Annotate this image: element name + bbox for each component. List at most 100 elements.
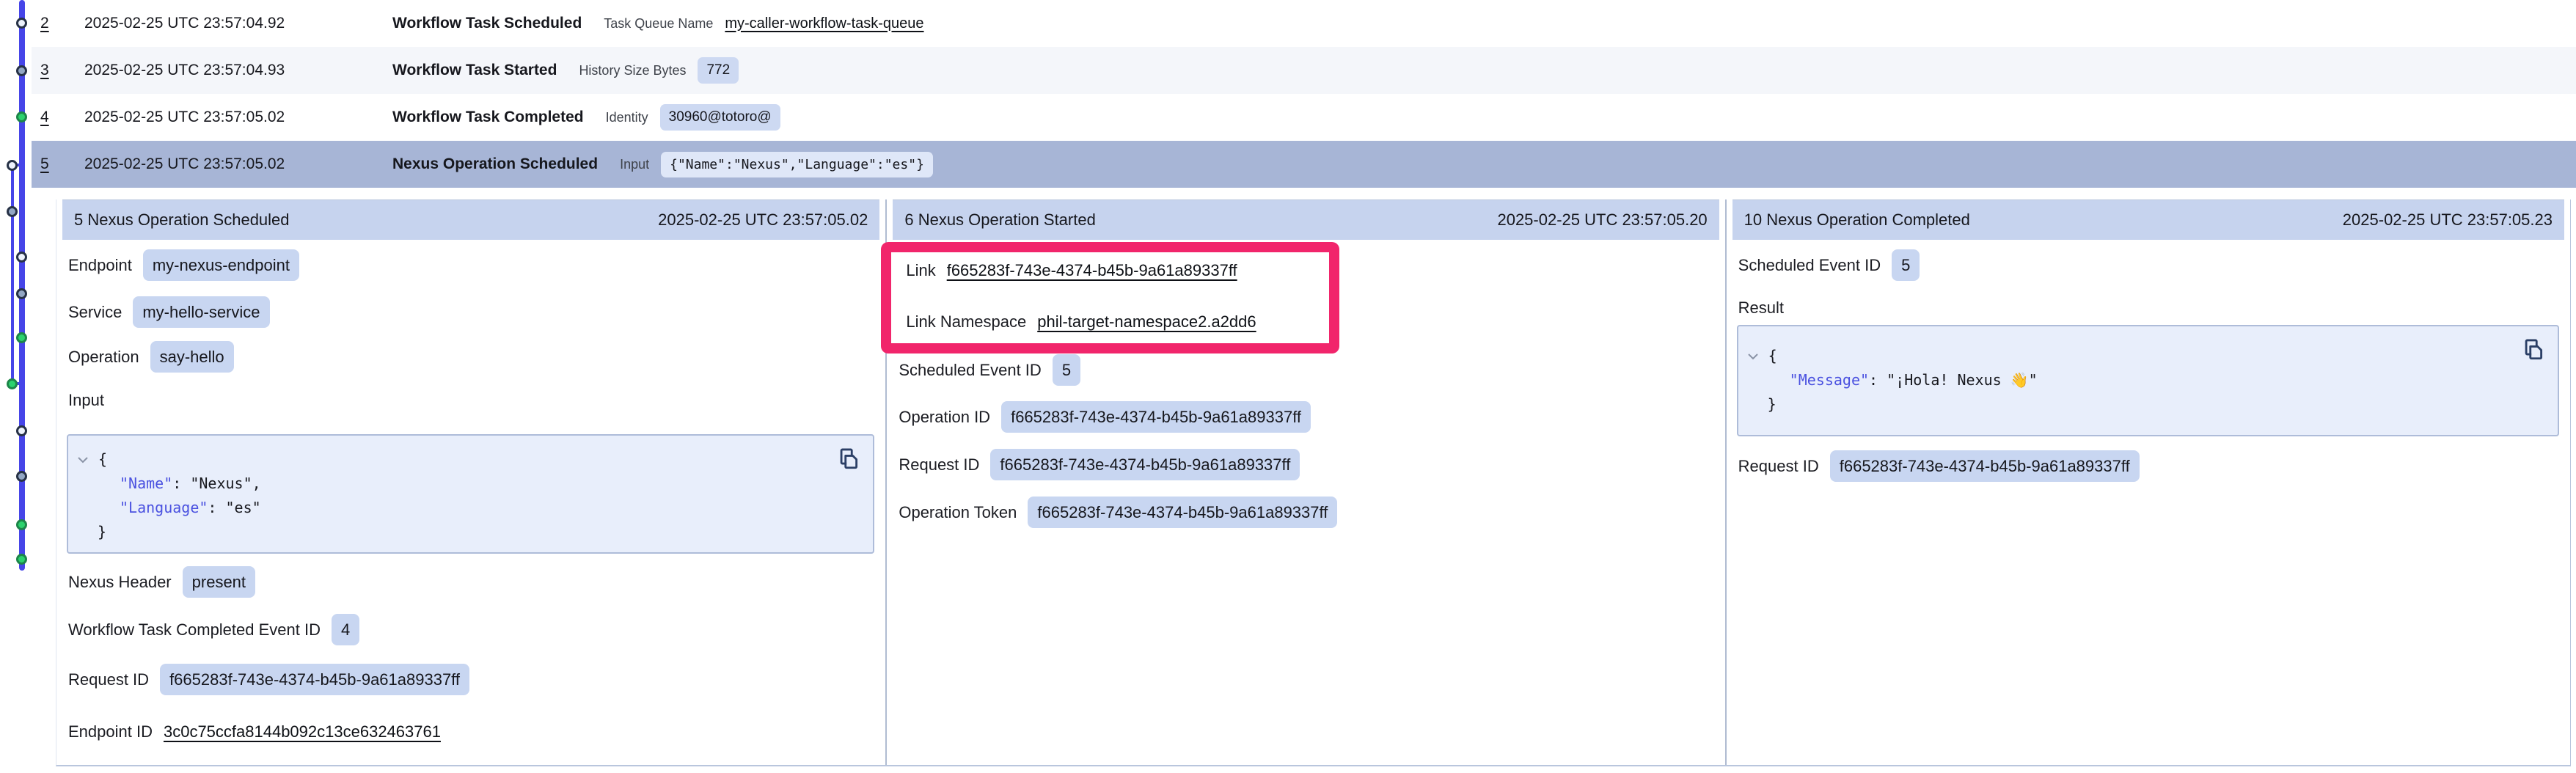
history-size-badge: 772 bbox=[698, 57, 739, 84]
field-label: Operation Token bbox=[899, 503, 1017, 522]
field-label: Endpoint bbox=[68, 256, 132, 275]
endpoint-id-link[interactable]: 3c0c75ccfa8144b092c13ce632463761 bbox=[164, 722, 441, 741]
field-request-id: Request ID f665283f-743e-4374-b45b-9a61a… bbox=[899, 449, 1300, 480]
field-label: Request ID bbox=[68, 670, 149, 689]
history-row-3[interactable]: 3 2025-02-25 UTC 23:57:04.93 Workflow Ta… bbox=[32, 47, 2576, 94]
json-brace: } bbox=[1768, 395, 1777, 413]
json-value: "Nexus", bbox=[190, 475, 260, 492]
request-id-badge: f665283f-743e-4374-b45b-9a61a89337ff bbox=[990, 449, 1300, 480]
json-key: "Name" bbox=[120, 475, 172, 492]
field-label: Request ID bbox=[1738, 457, 1819, 476]
field-operation-id: Operation ID f665283f-743e-4374-b45b-9a6… bbox=[899, 401, 1311, 433]
panel-title: 5 Nexus Operation Scheduled bbox=[74, 210, 290, 230]
panel-title: 10 Nexus Operation Completed bbox=[1744, 210, 1970, 230]
collapse-chevron-icon[interactable] bbox=[77, 456, 89, 464]
timeline-node bbox=[16, 519, 27, 530]
timeline-node bbox=[16, 65, 27, 76]
timeline-node bbox=[16, 288, 27, 299]
json-line: "Language": "es" bbox=[68, 496, 873, 520]
field-label: Nexus Header bbox=[68, 573, 172, 592]
event-timestamp: 2025-02-25 UTC 23:57:05.02 bbox=[84, 155, 392, 173]
event-timestamp: 2025-02-25 UTC 23:57:04.92 bbox=[84, 15, 392, 32]
event-attr-label: History Size Bytes bbox=[579, 63, 686, 78]
json-brace: { bbox=[1768, 344, 1777, 368]
field-link-namespace: Link Namespace phil-target-namespace2.a2… bbox=[906, 312, 1256, 331]
event-timestamp: 2025-02-25 UTC 23:57:05.02 bbox=[84, 109, 392, 126]
timeline-node bbox=[16, 554, 27, 565]
json-value: "es" bbox=[226, 499, 261, 516]
link-value-link[interactable]: f665283f-743e-4374-b45b-9a61a89337ff bbox=[947, 261, 1237, 280]
field-scheduled-event-id: Scheduled Event ID 5 bbox=[899, 354, 1080, 386]
timeline-node bbox=[16, 18, 27, 29]
result-json-viewer: { "Message": "¡Hola! Nexus 👋" } bbox=[1737, 325, 2559, 436]
request-id-badge: f665283f-743e-4374-b45b-9a61a89337ff bbox=[1830, 450, 2140, 482]
input-json-viewer: { "Name": "Nexus", "Language": "es" } bbox=[67, 434, 874, 554]
field-label: Workflow Task Completed Event ID bbox=[68, 620, 321, 640]
scheduled-event-id-badge: 5 bbox=[1892, 249, 1920, 281]
field-endpoint: Endpoint my-nexus-endpoint bbox=[68, 249, 299, 281]
event-history-list: 2 2025-02-25 UTC 23:57:04.92 Workflow Ta… bbox=[0, 0, 2576, 188]
field-wtc-event-id: Workflow Task Completed Event ID 4 bbox=[68, 614, 359, 645]
panel-nexus-operation-scheduled: 5 Nexus Operation Scheduled 2025-02-25 U… bbox=[56, 199, 885, 765]
json-brace: { bbox=[98, 447, 107, 472]
operation-id-badge: f665283f-743e-4374-b45b-9a61a89337ff bbox=[1001, 401, 1311, 433]
field-link: Link f665283f-743e-4374-b45b-9a61a89337f… bbox=[906, 261, 1237, 280]
history-row-4[interactable]: 4 2025-02-25 UTC 23:57:05.02 Workflow Ta… bbox=[32, 94, 2576, 141]
panel-timestamp: 2025-02-25 UTC 23:57:05.02 bbox=[658, 210, 868, 230]
json-value: "¡Hola! Nexus 👋" bbox=[1887, 371, 2038, 389]
panel-title: 6 Nexus Operation Started bbox=[904, 210, 1095, 230]
json-line: { bbox=[1738, 344, 2558, 368]
timeline-node bbox=[16, 111, 27, 122]
field-result-label: Result bbox=[1738, 298, 1784, 318]
json-line: "Message": "¡Hola! Nexus 👋" bbox=[1738, 368, 2558, 392]
copy-icon[interactable] bbox=[2521, 337, 2546, 369]
event-attr-label: Input bbox=[620, 157, 649, 172]
field-input-label: Input bbox=[68, 391, 104, 410]
json-sep: : bbox=[208, 499, 225, 516]
field-operation: Operation say-hello bbox=[68, 341, 234, 373]
endpoint-badge: my-nexus-endpoint bbox=[143, 249, 299, 281]
event-name: Nexus Operation Scheduled bbox=[392, 155, 598, 173]
field-scheduled-event-id: Scheduled Event ID 5 bbox=[1738, 249, 1920, 281]
json-line: } bbox=[1738, 392, 2558, 417]
event-timeline bbox=[0, 0, 56, 773]
field-label: Link bbox=[906, 261, 935, 280]
timeline-node bbox=[7, 378, 18, 389]
panel-timestamp: 2025-02-25 UTC 23:57:05.23 bbox=[2343, 210, 2553, 230]
json-line: } bbox=[68, 520, 873, 544]
event-name: Workflow Task Scheduled bbox=[392, 15, 582, 32]
timeline-node bbox=[16, 252, 27, 263]
event-detail-panels: 5 Nexus Operation Scheduled 2025-02-25 U… bbox=[56, 199, 2571, 766]
field-operation-token: Operation Token f665283f-743e-4374-b45b-… bbox=[899, 497, 1337, 528]
timeline-node bbox=[7, 206, 18, 217]
input-badge: {"Name":"Nexus","Language":"es"} bbox=[661, 152, 933, 177]
field-nexus-header: Nexus Header present bbox=[68, 566, 255, 598]
link-namespace-link[interactable]: phil-target-namespace2.a2dd6 bbox=[1037, 312, 1256, 331]
event-attr-label: Identity bbox=[606, 110, 648, 125]
event-timestamp: 2025-02-25 UTC 23:57:04.93 bbox=[84, 62, 392, 79]
nexus-header-badge: present bbox=[183, 566, 255, 598]
field-request-id: Request ID f665283f-743e-4374-b45b-9a61a… bbox=[1738, 450, 2140, 482]
json-key: "Message" bbox=[1790, 371, 1869, 389]
field-label: Result bbox=[1738, 298, 1784, 318]
request-id-badge: f665283f-743e-4374-b45b-9a61a89337ff bbox=[160, 664, 469, 695]
timeline-node bbox=[16, 332, 27, 343]
event-name: Workflow Task Started bbox=[392, 62, 557, 79]
field-endpoint-id: Endpoint ID 3c0c75ccfa8144b092c13ce63246… bbox=[68, 722, 441, 741]
timeline-main-line bbox=[19, 0, 25, 571]
event-attr-label: Task Queue Name bbox=[604, 16, 713, 32]
field-label: Input bbox=[68, 391, 104, 410]
timeline-node bbox=[7, 160, 18, 171]
task-queue-link[interactable]: my-caller-workflow-task-queue bbox=[725, 15, 923, 32]
json-brace: } bbox=[98, 523, 106, 541]
panel-header: 5 Nexus Operation Scheduled 2025-02-25 U… bbox=[62, 199, 879, 240]
collapse-chevron-icon[interactable] bbox=[1747, 353, 1759, 360]
panel-nexus-operation-completed: 10 Nexus Operation Completed 2025-02-25 … bbox=[1725, 199, 2570, 765]
history-row-2[interactable]: 2 2025-02-25 UTC 23:57:04.92 Workflow Ta… bbox=[32, 0, 2576, 47]
json-key: "Language" bbox=[120, 499, 208, 516]
field-label: Scheduled Event ID bbox=[1738, 256, 1881, 275]
history-row-5-selected[interactable]: 5 2025-02-25 UTC 23:57:05.02 Nexus Opera… bbox=[32, 141, 2576, 188]
link-highlight-box bbox=[881, 242, 1339, 353]
field-label: Operation bbox=[68, 348, 139, 367]
copy-icon[interactable] bbox=[836, 446, 861, 478]
